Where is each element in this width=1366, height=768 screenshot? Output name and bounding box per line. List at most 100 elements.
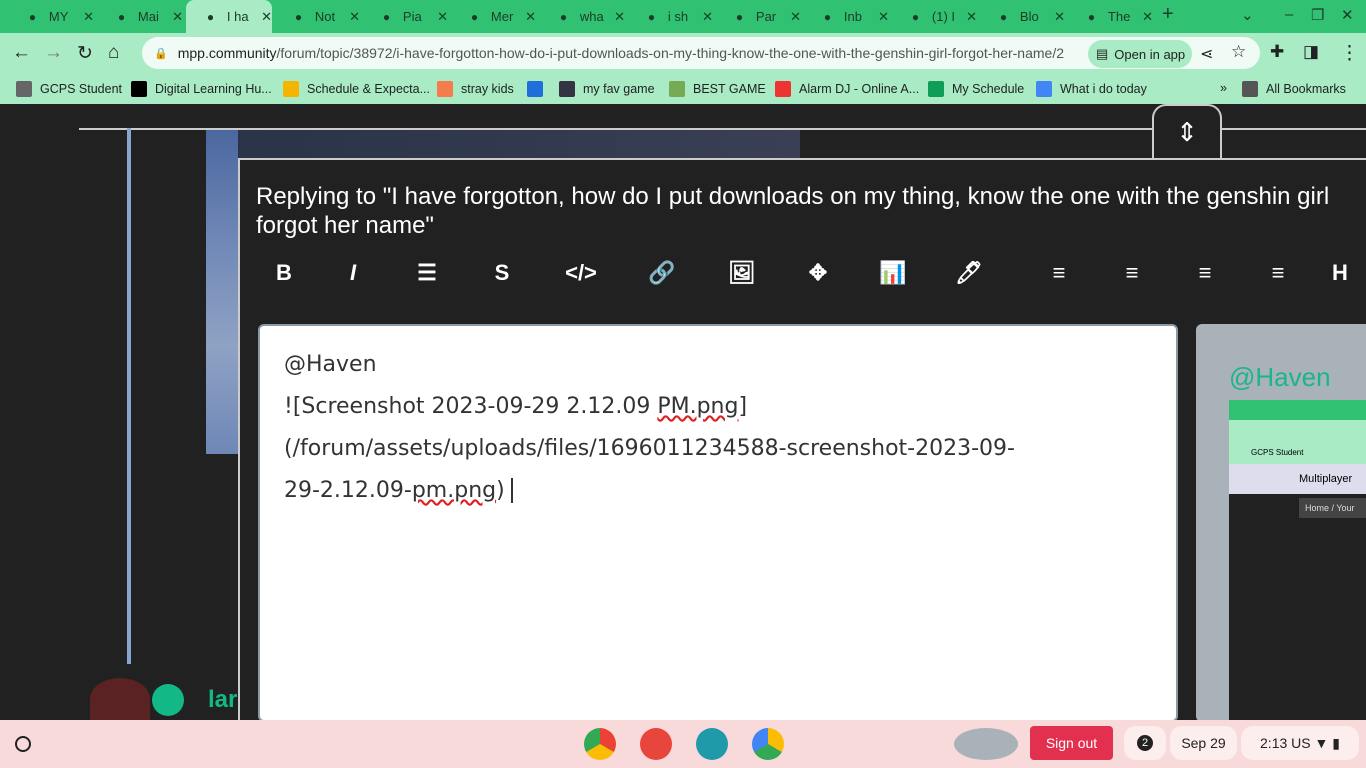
close-tab-icon[interactable]: ✕	[437, 9, 448, 25]
bookmark[interactable]	[527, 81, 551, 97]
close-tab-icon[interactable]: ✕	[349, 9, 360, 25]
bookmark-label: stray kids	[461, 82, 514, 96]
share-icon[interactable]: ⋖	[1200, 44, 1213, 64]
tab[interactable]: ● Par ✕	[715, 0, 801, 33]
tab[interactable]: ● wha ✕	[539, 0, 625, 33]
all-bookmarks[interactable]: All Bookmarks	[1242, 81, 1346, 97]
align-right-icon[interactable]: ≡	[1185, 260, 1225, 286]
bookmark-icon	[928, 81, 944, 97]
tab[interactable]: ● Mer ✕	[450, 0, 536, 33]
italic-icon[interactable]: I	[333, 260, 373, 286]
tab[interactable]: ● Pia ✕	[362, 0, 448, 33]
thread-line	[127, 128, 131, 664]
close-tab-icon[interactable]: ✕	[172, 9, 183, 25]
classroom-icon[interactable]	[696, 728, 728, 760]
tab[interactable]: ● i sh ✕	[627, 0, 713, 33]
tab-title: The	[1107, 9, 1131, 24]
system-shelf: Sign out 2 Sep 29 2:13 US ▼ ▮	[0, 720, 1366, 768]
list-icon[interactable]: ☰	[407, 260, 447, 286]
reload-icon[interactable]: ↻	[77, 42, 93, 65]
settings-circle-icon: ●	[999, 9, 1008, 24]
image-icon[interactable]: 🖼	[722, 260, 762, 286]
tab[interactable]: ● (1) I ✕	[891, 0, 977, 33]
tab[interactable]: ● The ✕	[1067, 0, 1153, 33]
gmail-icon: ●	[823, 9, 832, 24]
bookmark[interactable]: Alarm DJ - Online A...	[775, 81, 919, 97]
home-icon[interactable]: ⌂	[108, 42, 119, 64]
code-icon[interactable]: </>	[561, 260, 601, 286]
align-center-icon[interactable]: ≡	[1112, 260, 1152, 286]
open-in-app-button[interactable]: ▤ Open in app	[1088, 40, 1192, 68]
close-tab-icon[interactable]: ✕	[261, 9, 272, 25]
minimize-button[interactable]: –	[1285, 6, 1293, 23]
chrome-icon[interactable]	[584, 728, 616, 760]
menu-icon[interactable]: ⋮	[1340, 42, 1359, 65]
bookmark[interactable]: Digital Learning Hu...	[131, 81, 272, 97]
notifications[interactable]: 2	[1124, 726, 1166, 760]
bookmark-label: Digital Learning Hu...	[155, 82, 272, 96]
tab[interactable]: ● Mai ✕	[97, 0, 183, 33]
wifi-icon: ▼	[1314, 735, 1329, 751]
heading-icon[interactable]: H	[1320, 260, 1360, 286]
align-left-icon[interactable]: ≡	[1039, 260, 1079, 286]
bold-icon[interactable]: B	[264, 260, 304, 286]
close-tab-icon[interactable]: ✕	[1054, 9, 1065, 25]
close-tab-icon[interactable]: ✕	[966, 9, 977, 25]
status-tray[interactable]: 2:13 US ▼ ▮	[1241, 726, 1359, 760]
chart-icon[interactable]: 📊	[873, 260, 913, 286]
color-picker-icon[interactable]: 🖊	[949, 260, 989, 286]
link-icon[interactable]: 🔗	[642, 260, 682, 286]
bookmark[interactable]: BEST GAME	[669, 81, 766, 97]
more-bookmarks-icon[interactable]: »	[1220, 81, 1227, 95]
replying-to-title: Replying to "I have forgotton, how do I …	[256, 183, 1330, 239]
fullscreen-icon[interactable]: ✥	[798, 260, 838, 286]
resize-handle[interactable]: ⇕	[1152, 104, 1222, 158]
tab-title: Blo	[1019, 9, 1039, 24]
close-tab-icon[interactable]: ✕	[1142, 9, 1153, 25]
tab[interactable]: ● Not ✕	[274, 0, 360, 33]
screenshot-preview-icon[interactable]	[954, 728, 1018, 760]
preview-tabbar	[1229, 400, 1366, 420]
strikethrough-icon[interactable]: S	[482, 260, 522, 286]
close-tab-icon[interactable]: ✕	[878, 9, 889, 25]
preview-screenshot: GCPS Student Multiplayer Home / Your	[1229, 400, 1366, 722]
forward-icon[interactable]: →	[44, 42, 63, 64]
close-tab-icon[interactable]: ✕	[83, 9, 94, 25]
bookmark[interactable]: my fav game	[559, 81, 655, 97]
tab[interactable]: ● MY ✕	[8, 0, 94, 33]
app-icon: ▤	[1096, 46, 1109, 61]
username[interactable]: lar	[208, 686, 237, 714]
canvas-icon[interactable]	[640, 728, 672, 760]
drive-icon[interactable]	[752, 728, 784, 760]
bookmark[interactable]: What i do today	[1036, 81, 1147, 97]
back-icon[interactable]: ←	[12, 42, 31, 64]
reply-textarea[interactable]: @Haven ![Screenshot 2023-09-29 2.12.09 P…	[258, 324, 1178, 722]
close-tab-icon[interactable]: ✕	[702, 9, 713, 25]
close-window-button[interactable]: ✕	[1341, 6, 1354, 24]
bookmark[interactable]: stray kids	[437, 81, 514, 97]
tab-search-icon[interactable]: ⌄	[1241, 6, 1254, 24]
tab[interactable]: ● Inb ✕	[803, 0, 889, 33]
bookmark[interactable]: My Schedule	[928, 81, 1024, 97]
launcher-icon[interactable]	[15, 736, 31, 752]
bookmark-icon	[669, 81, 685, 97]
bookmark-star-icon[interactable]: ☆	[1231, 42, 1246, 62]
maximize-button[interactable]: ❐	[1311, 6, 1324, 24]
close-tab-icon[interactable]: ✕	[790, 9, 801, 25]
tab[interactable]: ● I ha ✕	[186, 0, 272, 33]
date[interactable]: Sep 29	[1170, 726, 1237, 760]
preview-mention[interactable]: @Haven	[1229, 362, 1331, 393]
preview-bookmark: GCPS Student	[1229, 442, 1366, 464]
avatar[interactable]	[90, 678, 150, 720]
tab[interactable]: ● Blo ✕	[979, 0, 1065, 33]
bookmark[interactable]: Schedule & Expecta...	[283, 81, 430, 97]
bookmark-icon	[1036, 81, 1052, 97]
close-tab-icon[interactable]: ✕	[614, 9, 625, 25]
side-panel-icon[interactable]: ◨	[1303, 42, 1319, 62]
extensions-icon[interactable]: ✚	[1270, 42, 1284, 62]
justify-icon[interactable]: ≡	[1258, 260, 1298, 286]
close-tab-icon[interactable]: ✕	[525, 9, 536, 25]
sign-out-button[interactable]: Sign out	[1030, 726, 1113, 760]
bookmark[interactable]: GCPS Student	[16, 81, 122, 97]
new-tab-button[interactable]: +	[1162, 3, 1174, 26]
